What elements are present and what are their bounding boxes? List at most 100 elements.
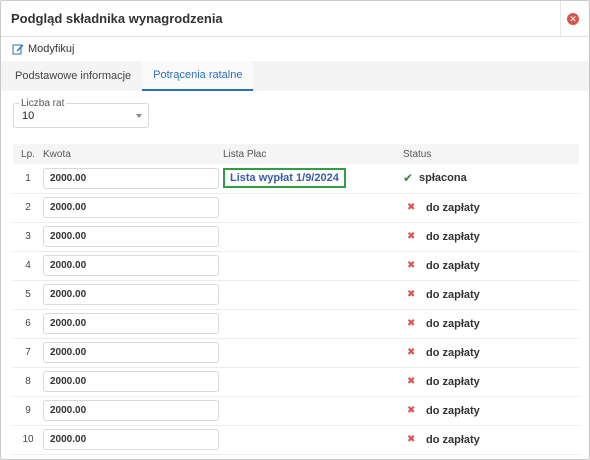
status-label: do zapłaty (426, 259, 480, 272)
status-cell: ✖ do zapłaty (403, 367, 579, 396)
status-cell: ✖ do zapłaty (403, 338, 579, 367)
x-icon: ✖ (407, 289, 416, 300)
amount-cell: 2000.00 (43, 396, 223, 425)
amount-field[interactable]: 2000.00 (43, 255, 219, 276)
payroll-cell (223, 367, 403, 396)
row-number: 3 (25, 231, 31, 242)
payroll-cell (223, 280, 403, 309)
status-label: do zapłaty (426, 201, 480, 214)
x-icon: ✖ (407, 231, 416, 242)
status-badge: ✖ do zapłaty (403, 231, 579, 243)
component-preview-dialog: Podgląd składnika wynagrodzenia ✕ Modyfi… (0, 0, 590, 460)
x-icon: ✖ (407, 318, 416, 329)
modify-label: Modyfikuj (28, 43, 75, 55)
table-row: 6 2000.00 ✖ do zapłaty (13, 309, 579, 338)
status-badge: ✖ do zapłaty (403, 260, 579, 272)
column-header-kwota: Kwota (43, 148, 71, 160)
amount-cell: 2000.00 (43, 193, 223, 222)
column-header-lista-plac: Lista Płac (223, 148, 267, 160)
tab-installment-deductions[interactable]: Potrącenia ratalne (142, 61, 254, 91)
x-icon: ✖ (407, 260, 416, 271)
status-label: do zapłaty (426, 288, 480, 301)
table-body: 1 2000.00 Lista wypłat 1/9/2024 ✔ spłacona 2 2… (13, 164, 579, 454)
column-header-status: Status (403, 148, 432, 160)
status-badge: ✖ do zapłaty (403, 202, 579, 214)
amount-field[interactable]: 2000.00 (43, 167, 219, 189)
amount-field[interactable]: 2000.00 (43, 400, 219, 421)
status-label: do zapłaty (426, 317, 480, 330)
payroll-cell (223, 251, 403, 280)
status-badge: ✖ do zapłaty (403, 289, 579, 301)
status-cell: ✔ spłacona (403, 164, 579, 193)
toolbar: Modyfikuj (1, 37, 589, 61)
status-badge: ✖ do zapłaty (403, 434, 579, 446)
row-number: 10 (22, 434, 34, 445)
status-badge: ✖ do zapłaty (403, 405, 579, 417)
amount-cell: 2000.00 (43, 164, 223, 193)
installments-value: 10 (22, 110, 35, 122)
amount-field[interactable]: 2000.00 (43, 371, 219, 392)
dialog-title: Podgląd składnika wynagrodzenia (11, 11, 223, 26)
x-icon: ✖ (407, 376, 416, 387)
x-icon: ✖ (407, 347, 416, 358)
x-icon: ✖ (407, 434, 416, 445)
amount-field[interactable]: 2000.00 (43, 313, 219, 334)
status-cell: ✖ do zapłaty (403, 425, 579, 454)
amount-cell: 2000.00 (43, 425, 223, 454)
modify-button[interactable]: Modyfikuj (12, 43, 74, 55)
table-row: 3 2000.00 ✖ do zapłaty (13, 222, 579, 251)
status-cell: ✖ do zapłaty (403, 251, 579, 280)
status-label: do zapłaty (426, 375, 480, 388)
payroll-cell: Lista wypłat 1/9/2024 (223, 164, 403, 193)
row-number: 7 (25, 347, 31, 358)
table-row: 1 2000.00 Lista wypłat 1/9/2024 ✔ spłacona (13, 164, 579, 193)
row-number: 4 (25, 260, 31, 271)
installments-select[interactable]: Liczba rat 10 (13, 98, 149, 128)
status-label: do zapłaty (426, 346, 480, 359)
check-icon: ✔ (403, 171, 414, 186)
status-label: spłacona (419, 172, 467, 185)
status-cell: ✖ do zapłaty (403, 309, 579, 338)
amount-cell: 2000.00 (43, 367, 223, 396)
payroll-link[interactable]: Lista wypłat 1/9/2024 (223, 168, 346, 189)
x-icon: ✖ (407, 405, 416, 416)
amount-field[interactable]: 2000.00 (43, 226, 219, 247)
row-number: 5 (25, 289, 31, 300)
table-row: 10 2000.00 ✖ do zapłaty (13, 425, 579, 454)
amount-cell: 2000.00 (43, 222, 223, 251)
tab-content: Liczba rat 10 Lp. Kwota Lista Płac Statu… (1, 91, 589, 455)
row-number: 6 (25, 318, 31, 329)
dialog-titlebar: Podgląd składnika wynagrodzenia ✕ (1, 1, 589, 37)
payroll-cell (223, 309, 403, 338)
chevron-down-icon (136, 114, 142, 118)
tab-basic-info[interactable]: Podstawowe informacje (4, 61, 142, 91)
status-badge: ✔ spłacona (403, 171, 579, 185)
edit-icon (12, 44, 24, 55)
status-badge: ✖ do zapłaty (403, 347, 579, 359)
close-icon[interactable]: ✕ (567, 13, 579, 25)
payroll-cell (223, 338, 403, 367)
table-row: 5 2000.00 ✖ do zapłaty (13, 280, 579, 309)
amount-cell: 2000.00 (43, 280, 223, 309)
payroll-cell (223, 396, 403, 425)
tab-bar: Podstawowe informacje Potrącenia ratalne (1, 61, 589, 91)
table-header-row: Lp. Kwota Lista Płac Status (13, 144, 579, 164)
amount-field[interactable]: 2000.00 (43, 284, 219, 305)
status-label: do zapłaty (426, 404, 480, 417)
x-icon: ✖ (407, 202, 416, 213)
amount-field[interactable]: 2000.00 (43, 342, 219, 363)
row-number: 2 (25, 202, 31, 213)
amount-field[interactable]: 2000.00 (43, 197, 219, 218)
table-row: 4 2000.00 ✖ do zapłaty (13, 251, 579, 280)
status-cell: ✖ do zapłaty (403, 222, 579, 251)
amount-field[interactable]: 2000.00 (43, 429, 219, 450)
installments-label: Liczba rat (19, 98, 67, 109)
row-number: 9 (25, 405, 31, 416)
table-row: 8 2000.00 ✖ do zapłaty (13, 367, 579, 396)
amount-cell: 2000.00 (43, 338, 223, 367)
table-row: 9 2000.00 ✖ do zapłaty (13, 396, 579, 425)
installments-table: Lp. Kwota Lista Płac Status 1 2000.00 List… (13, 144, 579, 455)
status-label: do zapłaty (426, 433, 480, 446)
amount-cell: 2000.00 (43, 309, 223, 338)
row-number: 8 (25, 376, 31, 387)
